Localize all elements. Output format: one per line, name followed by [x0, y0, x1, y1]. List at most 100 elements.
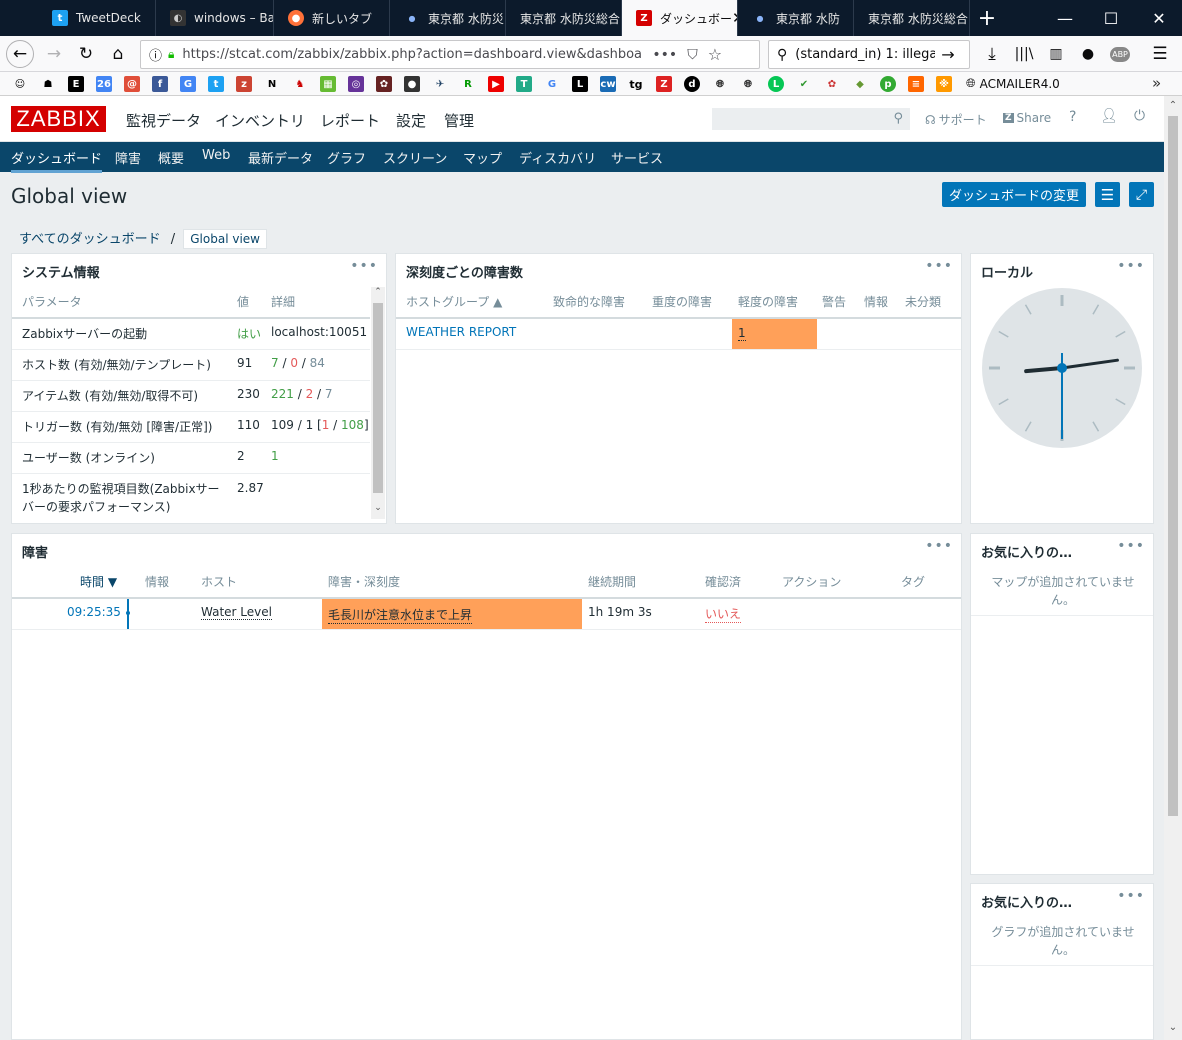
- pocket-icon[interactable]: ⛉: [687, 47, 698, 63]
- search-go-icon[interactable]: →: [941, 45, 954, 64]
- subnav-latest-data[interactable]: 最新データ: [248, 148, 313, 167]
- page-actions-icon[interactable]: •••: [652, 47, 677, 63]
- bookmark-icon[interactable]: 🌐︎: [712, 76, 728, 92]
- bookmark-icon[interactable]: ✔: [796, 76, 812, 92]
- widget-options-icon[interactable]: •••: [1117, 888, 1145, 904]
- edit-dashboard-button[interactable]: ダッシュボードの変更: [942, 182, 1086, 207]
- host-group-link[interactable]: WEATHER REPORT: [406, 325, 516, 339]
- problem-ack-link[interactable]: いいえ: [705, 605, 742, 623]
- fullscreen-icon[interactable]: ⤢: [1129, 182, 1154, 207]
- widget-options-icon[interactable]: •••: [1117, 258, 1145, 274]
- bookmark-icon[interactable]: ●: [404, 76, 420, 92]
- bookmark-icon[interactable]: Z: [656, 76, 672, 92]
- browser-tab[interactable]: 東京都 水防災総合: [506, 0, 622, 36]
- library-icon[interactable]: |||\: [1010, 40, 1038, 68]
- minor-count[interactable]: 1: [738, 326, 746, 341]
- home-icon[interactable]: ⌂: [104, 40, 132, 68]
- menu-monitoring[interactable]: 監視データ: [126, 110, 201, 131]
- widget-scrollbar[interactable]: ⌃ ⌄: [371, 287, 385, 519]
- widget-options-icon[interactable]: •••: [925, 258, 953, 274]
- bookmark-icon[interactable]: 🌐︎: [740, 76, 756, 92]
- info-icon[interactable]: ⓘ: [149, 45, 162, 64]
- extension-icon[interactable]: ●: [1074, 40, 1102, 68]
- bookmark-icon[interactable]: ✿: [376, 76, 392, 92]
- subnav-web[interactable]: Web: [202, 148, 230, 163]
- widget-options-icon[interactable]: •••: [925, 538, 953, 554]
- download-icon[interactable]: ⤓: [978, 40, 1006, 68]
- bookmark-icon[interactable]: z: [236, 76, 252, 92]
- bookmark-icon[interactable]: L: [768, 76, 784, 92]
- widget-options-icon[interactable]: •••: [350, 258, 378, 274]
- sidebar-icon[interactable]: ▥: [1042, 40, 1070, 68]
- browser-tab[interactable]: 東京都 水防災総合: [854, 0, 970, 36]
- bookmark-star-icon[interactable]: ☆: [708, 45, 722, 64]
- column-header-time[interactable]: 時間 ▼: [80, 573, 117, 590]
- back-icon[interactable]: ←: [6, 40, 34, 68]
- scroll-up-icon[interactable]: ⌃: [1164, 100, 1182, 111]
- scroll-down-icon[interactable]: ⌄: [371, 503, 385, 517]
- bookmark-icon[interactable]: ※: [936, 76, 952, 92]
- problem-severity-cell[interactable]: 毛長川が注意水位まで上昇: [322, 599, 582, 629]
- bookmark-icon[interactable]: ◎: [348, 76, 364, 92]
- bookmark-icon[interactable]: ≡: [908, 76, 924, 92]
- search-text[interactable]: (standard_in) 1: illegal c: [795, 47, 935, 62]
- menu-reports[interactable]: レポート: [320, 110, 380, 131]
- menu-configuration[interactable]: 設定: [396, 110, 426, 131]
- user-profile-icon[interactable]: 👤︎: [1100, 108, 1118, 124]
- bookmark-icon[interactable]: ☗: [40, 76, 56, 92]
- bookmark-icon[interactable]: f: [152, 76, 168, 92]
- subnav-services[interactable]: サービス: [611, 148, 663, 167]
- help-icon[interactable]: ?: [1069, 109, 1076, 125]
- sign-out-icon[interactable]: ⏻: [1134, 108, 1145, 124]
- share-link[interactable]: Z Share: [1003, 111, 1051, 125]
- bookmark-icon[interactable]: 26: [96, 76, 112, 92]
- page-scrollbar[interactable]: ⌃ ⌄: [1164, 96, 1182, 1040]
- forward-icon[interactable]: →: [40, 40, 68, 68]
- bookmark-icon[interactable]: ☺: [12, 76, 28, 92]
- menu-inventory[interactable]: インベントリ: [215, 110, 305, 131]
- bookmark-icon[interactable]: ▶: [488, 76, 504, 92]
- browser-tab[interactable]: ● 新しいタブ: [274, 0, 390, 36]
- problem-host-link[interactable]: Water Level: [201, 605, 272, 620]
- subnav-overview[interactable]: 概要: [158, 148, 184, 167]
- scroll-down-icon[interactable]: ⌄: [1164, 1022, 1182, 1033]
- chevron-more-icon[interactable]: »: [1152, 74, 1161, 92]
- bookmark-icon[interactable]: p: [880, 76, 896, 92]
- bookmark-icon[interactable]: G: [180, 76, 196, 92]
- problem-time-link[interactable]: 09:25:35: [67, 605, 121, 619]
- bookmark-acmailer[interactable]: 🌐︎ ACMAILER4.0: [966, 76, 1060, 91]
- bookmark-icon[interactable]: T: [516, 76, 532, 92]
- url-bar[interactable]: ⓘ 🔒︎ https://stcat.com/zabbix/zabbix.php…: [140, 40, 760, 69]
- search-icon[interactable]: ⚲: [893, 111, 903, 126]
- search-bar[interactable]: ⚲ (standard_in) 1: illegal c →: [768, 40, 970, 69]
- bookmark-icon[interactable]: E: [68, 76, 84, 92]
- bookmark-icon[interactable]: R: [460, 76, 476, 92]
- subnav-maps[interactable]: マップ: [463, 148, 502, 167]
- bookmark-icon[interactable]: cw: [600, 76, 616, 92]
- bookmark-icon[interactable]: t: [208, 76, 224, 92]
- breadcrumb-all-dashboards[interactable]: すべてのダッシュボード: [19, 232, 161, 247]
- dashboard-menu-icon[interactable]: ☰: [1095, 182, 1120, 207]
- bookmark-icon[interactable]: G: [544, 76, 560, 92]
- bookmark-icon[interactable]: L: [572, 76, 588, 92]
- bookmark-icon[interactable]: d: [684, 76, 700, 92]
- close-window-icon[interactable]: ✕: [1136, 0, 1182, 36]
- scrollbar-thumb[interactable]: [373, 303, 383, 493]
- global-search-input[interactable]: ⚲: [712, 108, 910, 130]
- bookmark-icon[interactable]: ✈: [432, 76, 448, 92]
- browser-tab-active[interactable]: Z ダッシュボー ✕: [622, 0, 738, 36]
- url-text[interactable]: https://stcat.com/zabbix/zabbix.php?acti…: [182, 47, 642, 62]
- menu-administration[interactable]: 管理: [444, 110, 474, 131]
- maximize-icon[interactable]: ☐: [1088, 0, 1134, 36]
- problem-name-link[interactable]: 毛長川が注意水位まで上昇: [328, 606, 473, 624]
- minimize-icon[interactable]: —: [1042, 0, 1088, 36]
- scroll-up-icon[interactable]: ⌃: [371, 287, 385, 301]
- bookmark-icon[interactable]: ◆: [852, 76, 868, 92]
- bookmark-icon[interactable]: N: [264, 76, 280, 92]
- support-link[interactable]: ☊ サポート: [925, 111, 987, 128]
- breadcrumb-current[interactable]: Global view: [183, 229, 267, 249]
- scrollbar-thumb[interactable]: [1168, 116, 1178, 816]
- hamburger-menu-icon[interactable]: ☰: [1146, 40, 1174, 68]
- column-header-host-group[interactable]: ホストグループ ▲: [406, 293, 502, 310]
- adblock-icon[interactable]: ABP: [1106, 40, 1134, 68]
